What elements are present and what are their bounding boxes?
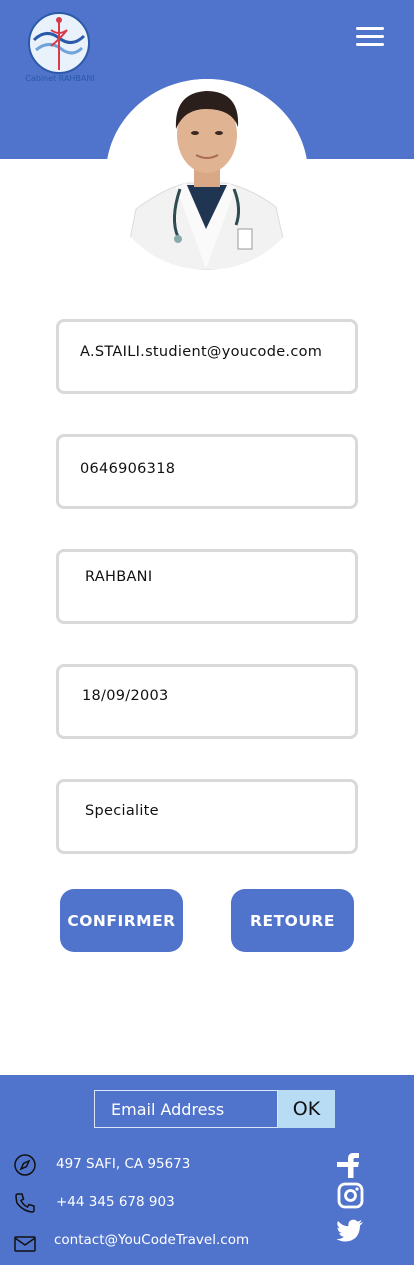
confirm-button[interactable]: CONFIRMER (60, 889, 183, 952)
avatar (106, 79, 308, 270)
hamburger-menu-icon[interactable] (356, 27, 384, 49)
newsletter-email-input[interactable] (94, 1090, 278, 1128)
birthdate-field-value: 18/09/2003 (82, 688, 169, 704)
logo-text: Cabinet RAHBANI (25, 74, 95, 83)
specialty-field-value: Specialite (85, 803, 159, 819)
phone-icon (15, 1193, 35, 1213)
birthdate-field[interactable]: 18/09/2003 (56, 664, 358, 739)
footer-email: contact@YouCodeTravel.com (54, 1232, 250, 1248)
footer-phone: +44 345 678 903 (56, 1194, 175, 1210)
phone-field[interactable]: 0646906318 (56, 434, 358, 509)
phone-field-value: 0646906318 (80, 461, 176, 477)
email-field-value: A.STAILI.studient@youcode.com (80, 344, 323, 360)
name-field-value: RAHBANI (85, 569, 153, 585)
mail-icon (14, 1236, 36, 1252)
footer: OK 497 SAFI, CA 95673 +44 345 678 903 co… (0, 1075, 414, 1265)
footer-address: 497 SAFI, CA 95673 (56, 1156, 191, 1172)
name-field[interactable]: RAHBANI (56, 549, 358, 624)
cabinet-logo-icon[interactable]: Cabinet RAHBANI (16, 10, 104, 86)
twitter-icon[interactable] (335, 1217, 365, 1245)
instagram-icon[interactable] (335, 1182, 365, 1210)
back-button[interactable]: RETOURE (231, 889, 354, 952)
email-field[interactable]: A.STAILI.studient@youcode.com (56, 319, 358, 394)
specialty-field[interactable]: Specialite (56, 779, 358, 854)
doctor-avatar (106, 79, 308, 270)
facebook-icon[interactable] (335, 1151, 365, 1179)
newsletter-ok-button[interactable]: OK (278, 1090, 335, 1128)
compass-icon (14, 1154, 36, 1176)
